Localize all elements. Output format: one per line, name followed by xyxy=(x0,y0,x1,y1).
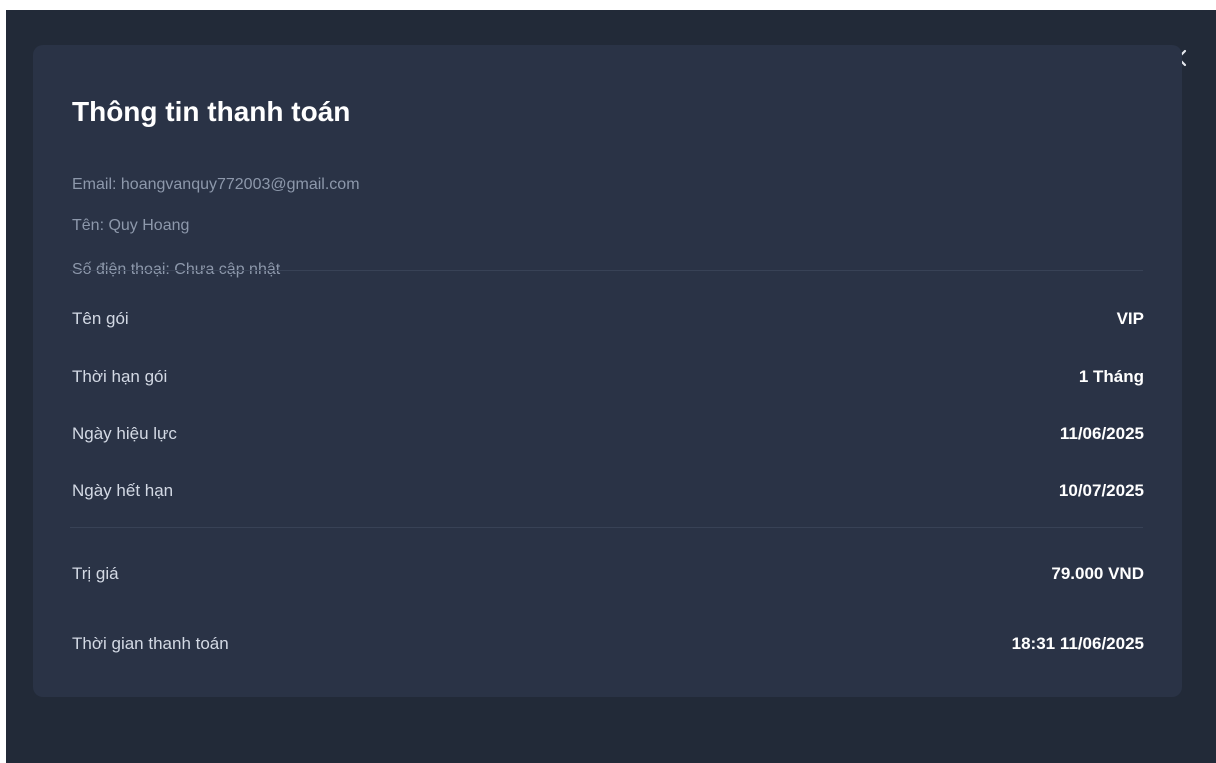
payment-info-dialog: Thông tin thanh toán Email: hoangvanquy7… xyxy=(6,10,1216,763)
amount-label: Trị giá xyxy=(72,564,119,583)
user-name: Tên: Quy Hoang xyxy=(72,217,190,234)
payment-info-card: Thông tin thanh toán Email: hoangvanquy7… xyxy=(33,45,1182,697)
expiry-date-value: 10/07/2025 xyxy=(1058,481,1144,500)
expiry-date-label: Ngày hết hạn xyxy=(72,481,174,500)
section-divider xyxy=(70,270,1143,271)
package-duration-value: 1 Tháng xyxy=(1078,367,1144,386)
effective-date-label: Ngày hiệu lực xyxy=(72,424,177,443)
payment-time-label: Thời gian thanh toán xyxy=(72,634,229,653)
section-divider xyxy=(70,527,1143,528)
user-email: Email: hoangvanquy772003@gmail.com xyxy=(72,176,360,193)
package-name-label: Tên gói xyxy=(72,309,129,328)
amount-value: 79.000 VND xyxy=(1051,564,1144,583)
payment-time-value: 18:31 11/06/2025 xyxy=(1011,634,1144,653)
effective-date-value: 11/06/2025 xyxy=(1059,424,1144,443)
package-duration-label: Thời hạn gói xyxy=(72,367,168,386)
package-name-value: VIP xyxy=(1116,309,1144,328)
dialog-title: Thông tin thanh toán xyxy=(72,96,351,127)
